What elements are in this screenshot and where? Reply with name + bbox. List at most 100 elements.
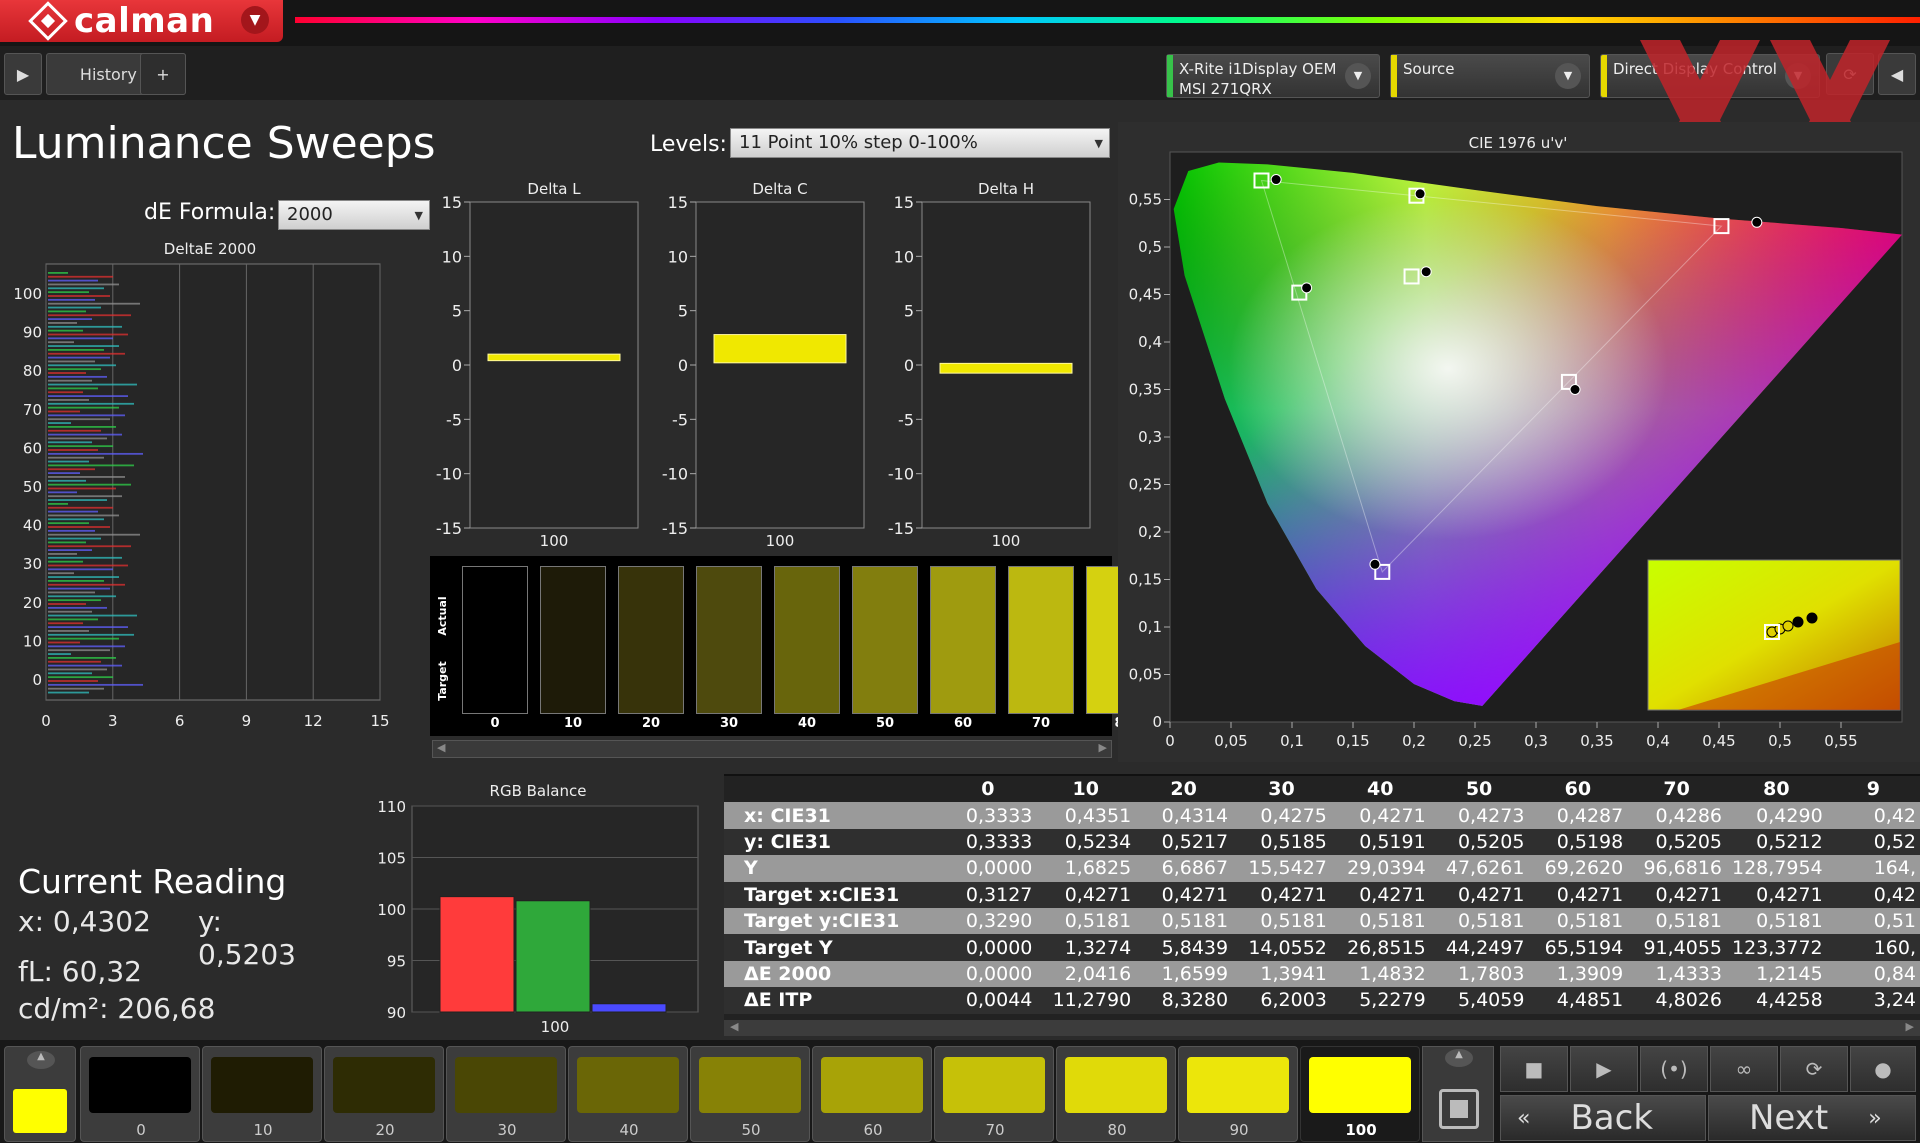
measurement-table: 0 10 20 30 40 50 60 70 80 9 x: CIE31 0,3333 0,4351 0,…	[724, 774, 1920, 1036]
de-formula-select[interactable]: 2000 ▼	[278, 200, 430, 230]
swatch-label: 70	[1031, 716, 1051, 731]
deltae-sample-bar	[48, 460, 89, 463]
sweep-step-80[interactable]: 80	[1056, 1046, 1176, 1142]
add-tab-button[interactable]: +	[140, 53, 186, 95]
deltae-x-tick: 3	[108, 712, 118, 730]
meter-select[interactable]: X-Rite i1Display OEM MSI 271QRX ▼	[1166, 54, 1380, 98]
table-cell: 164,	[1826, 855, 1920, 882]
table-cell: 1,2145	[1726, 960, 1827, 988]
sweep-step-100[interactable]: 100	[1300, 1046, 1420, 1142]
sweep-step-70[interactable]: 70	[934, 1046, 1054, 1142]
table-cell: 0,4286	[1627, 802, 1727, 829]
rgb-y-tick: 90	[387, 1004, 406, 1022]
actual-label: Actual	[436, 596, 449, 635]
play-button[interactable]: ▶	[1570, 1046, 1638, 1092]
deltae-sample-bar	[48, 687, 104, 690]
table-scrollbar[interactable]: ◀ ▶	[724, 1020, 1920, 1036]
sweep-step-label: 80	[1107, 1121, 1127, 1139]
sweep-step-50[interactable]: 50	[690, 1046, 810, 1142]
sweep-step-90[interactable]: 90	[1178, 1046, 1298, 1142]
swatch-color	[618, 566, 684, 714]
delta-category-label: 100	[992, 532, 1021, 550]
scroll-right-icon[interactable]: ▶	[1906, 1020, 1914, 1033]
table-cell: 0,51	[1826, 907, 1920, 935]
deltae-sample-bar	[48, 587, 110, 590]
delta-y-tick: -15	[436, 519, 462, 538]
deltae-sample-bar	[48, 514, 119, 517]
deltae-sample-bar	[48, 672, 92, 675]
levels-select[interactable]: 11 Point 10% step 0-100% ▼	[730, 128, 1110, 158]
table-cell: 0,5181	[1330, 907, 1430, 935]
options-button[interactable]: ●	[1850, 1046, 1916, 1092]
sweep-step-color	[1187, 1057, 1289, 1113]
sweep-step-label: 70	[985, 1121, 1005, 1139]
cie-y-tick: 0,5	[1138, 238, 1162, 256]
back-button[interactable]: « Back	[1500, 1095, 1706, 1141]
refresh-button[interactable]: ⟳	[1826, 53, 1874, 95]
double-chevron-left-icon: «	[1517, 1105, 1531, 1131]
table-row-label: Target y:CIE31	[724, 907, 940, 935]
cie-y-tick: 0,2	[1138, 523, 1162, 541]
sweep-step-10[interactable]: 10	[202, 1046, 322, 1142]
scroll-left-icon[interactable]: ◀	[437, 741, 445, 754]
table-cell: 0,42	[1826, 881, 1920, 908]
deltae-x-tick: 9	[242, 712, 252, 730]
deltae-sample-bar	[48, 599, 101, 602]
chevron-down-icon[interactable]: ▼	[241, 6, 269, 34]
deltae-sample-bar	[48, 449, 98, 451]
table-column-header: 60	[1564, 778, 1592, 801]
sync-button[interactable]: ⟳	[1780, 1046, 1848, 1092]
table-cell: 0,4290	[1726, 802, 1827, 829]
deltae-y-tick: 30	[23, 555, 42, 573]
deltae-sample-bar	[48, 433, 122, 436]
scroll-right-icon[interactable]: ▶	[1099, 741, 1107, 754]
collapse-panel-button[interactable]: ◀	[1878, 53, 1916, 95]
continuous-button[interactable]: ∞	[1710, 1046, 1778, 1092]
deltae-sample-bar	[48, 595, 116, 598]
deltae-sample-bar	[48, 630, 89, 632]
swatch-color	[462, 566, 528, 714]
refresh-icon: ⟳	[1843, 64, 1857, 84]
table-column-header: 20	[1170, 778, 1197, 801]
direct-display-select[interactable]: Direct Display Control ▼	[1600, 54, 1820, 98]
source-select[interactable]: Source ▼	[1390, 54, 1590, 98]
sweep-step-60[interactable]: 60	[812, 1046, 932, 1142]
swatch-item: 30	[688, 566, 766, 731]
deltae-y-tick: 90	[23, 324, 42, 342]
table-cell: 5,2279	[1330, 987, 1430, 1014]
delta-chart-title: Delta H	[978, 180, 1034, 198]
stop-measure-button[interactable]: ▲	[1422, 1046, 1494, 1142]
deltae-sample-bar	[48, 291, 89, 294]
deltae-sample-bar	[48, 322, 77, 324]
table-row: y: CIE31 0,3333 0,5234 0,5217 0,5185 0,5191 0,…	[724, 828, 1920, 856]
play-arrow-button[interactable]: ▶	[4, 53, 42, 95]
current-color-swatch[interactable]: ▲	[4, 1046, 76, 1142]
cie-x-tick: 0,3	[1524, 732, 1548, 750]
sweep-step-40[interactable]: 40	[568, 1046, 688, 1142]
scroll-left-icon[interactable]: ◀	[730, 1020, 738, 1033]
sweep-step-20[interactable]: 20	[324, 1046, 444, 1142]
next-button[interactable]: Next »	[1708, 1095, 1916, 1141]
stop-button[interactable]: ■	[1500, 1046, 1568, 1092]
sweep-step-0[interactable]: 0	[80, 1046, 200, 1142]
deltae-sample-bar	[48, 426, 116, 428]
deltae-sample-bar	[48, 526, 110, 528]
cie-x-tick: 0,05	[1214, 732, 1247, 750]
deltae-sample-bar	[48, 279, 98, 282]
sweep-step-color	[1065, 1057, 1167, 1113]
calman-logo-button[interactable]: calman ▼	[0, 0, 283, 42]
deltae-sample-bar	[48, 626, 128, 628]
swatch-scrollbar[interactable]: ◀ ▶	[432, 740, 1112, 758]
deltae-y-tick: 40	[23, 517, 42, 535]
delta-y-tick: -10	[662, 465, 688, 484]
cie-measured-point	[1369, 558, 1381, 570]
deltae-sample-bar	[48, 668, 107, 671]
measure-once-button[interactable]: (•)	[1640, 1046, 1708, 1092]
delta-y-tick: 5	[678, 302, 688, 321]
de-formula-label: dE Formula:	[144, 200, 276, 225]
table-cell: 44,2497	[1429, 934, 1529, 961]
deltae-sample-bar	[48, 537, 101, 540]
deltae-sample-bar	[48, 429, 101, 432]
chevron-up-icon[interactable]: ▲	[27, 1051, 55, 1069]
sweep-step-30[interactable]: 30	[446, 1046, 566, 1142]
